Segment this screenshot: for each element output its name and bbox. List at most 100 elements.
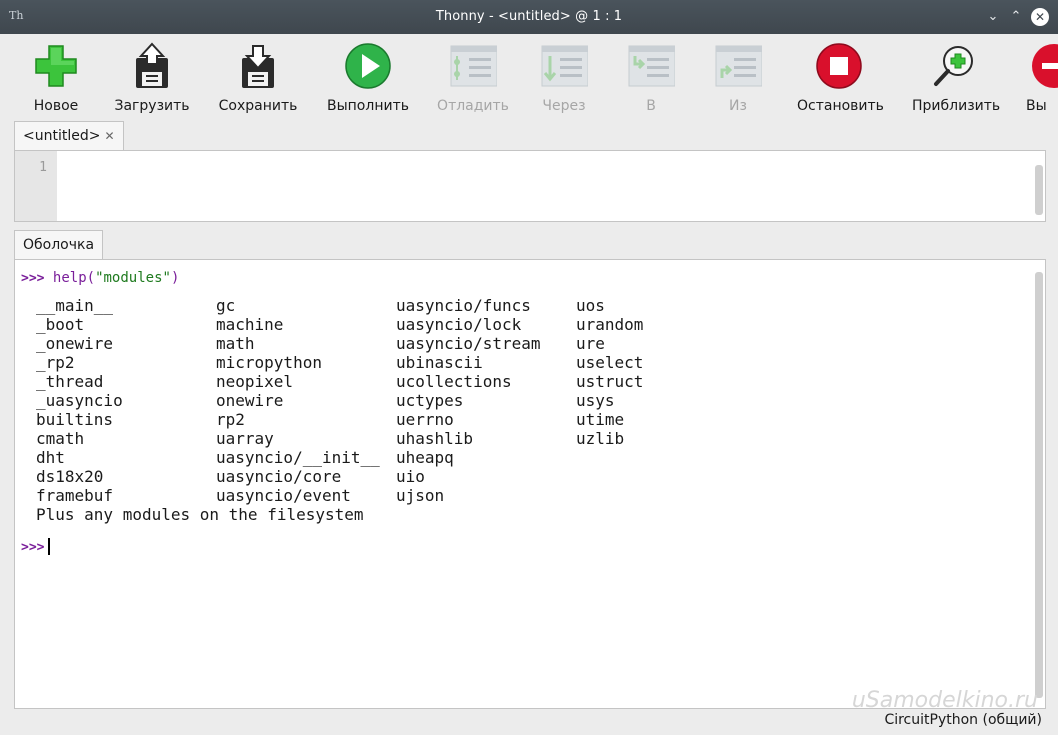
module-name: urandom — [576, 315, 644, 334]
line-number-gutter: 1 — [15, 151, 57, 221]
interpreter-status[interactable]: CircuitPython (общий) — [884, 712, 1042, 728]
module-name: ucollections — [396, 372, 512, 391]
debug-button[interactable]: Отладить — [437, 40, 509, 114]
close-tab-icon[interactable]: ✕ — [104, 129, 114, 143]
command-string: "modules" — [95, 270, 171, 286]
shell-console[interactable]: >>> help("modules") __main__ gc uasyncio/f… — [14, 259, 1046, 709]
module-name: uasyncio/stream — [396, 334, 541, 353]
module-name: ubinascii — [396, 353, 483, 372]
module-name: utime — [576, 410, 625, 429]
shell-scrollbar[interactable] — [1035, 272, 1043, 698]
module-name: uctypes — [396, 391, 464, 410]
module-row: ds18x20 uasyncio/core uio — [36, 467, 756, 486]
editor-tab-label: <untitled> — [23, 128, 101, 144]
module-name: ds18x20 — [36, 467, 104, 486]
text-cursor — [48, 538, 51, 555]
step-into-button[interactable]: В — [619, 40, 683, 114]
module-name: _rp2 — [36, 353, 75, 372]
module-name: uos — [576, 296, 605, 315]
save-floppy-icon — [242, 45, 274, 88]
module-name: machine — [216, 315, 284, 334]
module-row: framebuf uasyncio/event ujson — [36, 486, 756, 505]
module-name: ure — [576, 334, 605, 353]
title-bar: Th Thonny - <untitled> @ 1 : 1 ⌄ ⌃ ✕ — [0, 0, 1058, 34]
module-name: uheapq — [396, 448, 454, 467]
shell-prompt: >>> — [21, 271, 45, 286]
step-over-icon — [541, 45, 588, 87]
module-name: uio — [396, 467, 425, 486]
zoom-in-button[interactable]: Приблизить — [912, 40, 1000, 114]
close-window-icon[interactable]: ✕ — [1031, 8, 1049, 26]
module-name: uasyncio/funcs — [396, 296, 531, 315]
module-name: neopixel — [216, 372, 294, 391]
module-name: _boot — [36, 315, 85, 334]
module-name: uarray — [216, 429, 274, 448]
zoom-out-icon — [1032, 44, 1058, 88]
module-row: __main__ gc uasyncio/funcs uos — [36, 296, 756, 315]
module-name: framebuf — [36, 486, 114, 505]
minimize-icon[interactable]: ⌄ — [984, 8, 1002, 26]
shell-tab-label: Оболочка — [23, 237, 95, 253]
zoom-in-icon — [934, 46, 973, 86]
modules-output: __main__ gc uasyncio/funcs uos _boot machine u… — [36, 296, 756, 505]
zoom-out-button[interactable]: Вы — [1022, 40, 1058, 112]
shell-tab[interactable]: Оболочка — [14, 230, 104, 259]
debug-icon — [450, 45, 497, 87]
stop-icon — [816, 43, 862, 89]
load-floppy-icon — [136, 42, 168, 88]
stop-button[interactable]: Остановить — [797, 40, 884, 114]
module-name: uselect — [576, 353, 644, 372]
module-name: cmath — [36, 429, 85, 448]
code-editor[interactable]: 1 — [14, 150, 1046, 222]
new-button[interactable]: Новое — [24, 40, 88, 114]
module-name: _onewire — [36, 334, 114, 353]
module-row: _uasyncio onewire uctypes usys — [36, 391, 756, 410]
watermark: uSamodelkino.ru — [851, 688, 1038, 713]
module-row: _onewire math uasyncio/stream ure — [36, 334, 756, 353]
run-icon — [345, 43, 391, 89]
modules-footer: Plus any modules on the filesystem — [36, 505, 364, 524]
window-title: Thonny - <untitled> @ 1 : 1 — [435, 9, 623, 24]
module-name: uerrno — [396, 410, 454, 429]
module-name: rp2 — [216, 410, 245, 429]
editor-tab-untitled[interactable]: <untitled> ✕ — [14, 121, 124, 150]
module-name: uzlib — [576, 429, 625, 448]
module-name: _uasyncio — [36, 391, 123, 410]
editor-scrollbar[interactable] — [1035, 165, 1043, 215]
module-row: _thread neopixel ucollections ustruct — [36, 372, 756, 391]
module-row: cmath uarray uhashlib uzlib — [36, 429, 756, 448]
module-row: builtins rp2 uerrno utime — [36, 410, 756, 429]
module-name: uhashlib — [396, 429, 474, 448]
save-button[interactable]: Сохранить — [219, 40, 297, 114]
module-row: _rp2 micropython ubinascii uselect — [36, 353, 756, 372]
module-name: uasyncio/event — [216, 486, 351, 505]
module-name: uasyncio/core — [216, 467, 342, 486]
module-name: gc — [216, 296, 236, 315]
module-row: dht uasyncio/__init__ uheapq — [36, 448, 756, 467]
module-name: usys — [576, 391, 615, 410]
step-into-icon — [628, 45, 675, 87]
module-name: ustruct — [576, 372, 644, 391]
module-name: _thread — [36, 372, 104, 391]
maximize-icon[interactable]: ⌃ — [1007, 8, 1025, 26]
command-fn: help( — [52, 270, 96, 286]
module-name: builtins — [36, 410, 114, 429]
module-name: __main__ — [36, 296, 114, 315]
step-over-button[interactable]: Через — [532, 40, 596, 114]
module-name: math — [216, 334, 255, 353]
line-number: 1 — [39, 160, 47, 175]
new-file-icon — [35, 45, 77, 87]
command-close: ) — [170, 270, 180, 286]
step-out-button[interactable]: Из — [706, 40, 770, 114]
shell-prompt: >>> — [21, 540, 45, 555]
shell-command-line: >>> help("modules") — [21, 270, 179, 286]
load-button[interactable]: Загрузить — [114, 40, 190, 114]
toolbar: Новое Загрузить Сохранить Выполнить Отла… — [0, 34, 1058, 114]
module-row: _boot machine uasyncio/lock urandom — [36, 315, 756, 334]
module-name: uasyncio/lock — [396, 315, 522, 334]
shell-input-line[interactable]: >>> — [21, 536, 51, 555]
module-name: uasyncio/__init__ — [216, 448, 380, 467]
module-name: ujson — [396, 486, 445, 505]
module-name: onewire — [216, 391, 284, 410]
run-button[interactable]: Выполнить — [327, 40, 409, 114]
